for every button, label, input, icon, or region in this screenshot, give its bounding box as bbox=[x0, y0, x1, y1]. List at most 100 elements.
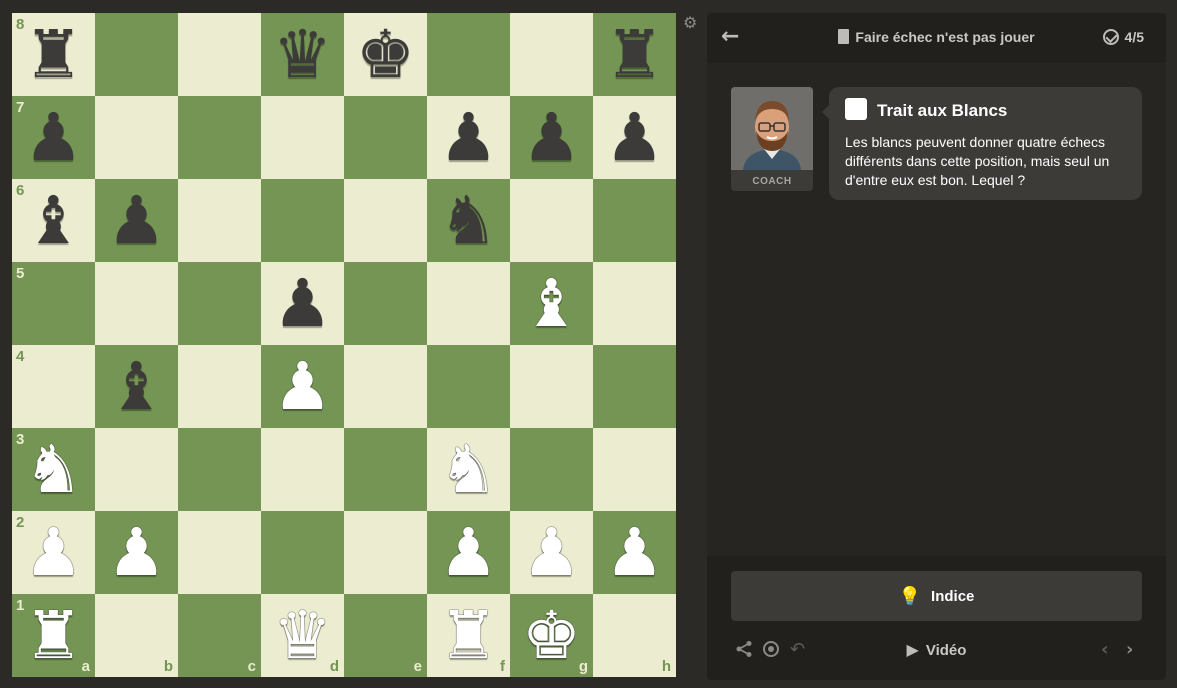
black-rook-icon[interactable]: ♜ bbox=[12, 13, 95, 96]
file-label: e bbox=[413, 658, 422, 675]
square-a5[interactable]: 5 bbox=[12, 262, 95, 345]
square-b3[interactable] bbox=[95, 428, 178, 511]
square-c7[interactable] bbox=[178, 96, 261, 179]
square-f3[interactable]: ♞ bbox=[427, 428, 510, 511]
black-king-icon[interactable]: ♚ bbox=[344, 13, 427, 96]
black-pawn-icon[interactable]: ♟ bbox=[12, 96, 95, 179]
square-h7[interactable]: ♟ bbox=[593, 96, 676, 179]
square-a3[interactable]: 3 ♞ bbox=[12, 428, 95, 511]
white-rook-icon[interactable]: ♜ bbox=[427, 594, 510, 677]
square-e5[interactable] bbox=[344, 262, 427, 345]
square-d3[interactable] bbox=[261, 428, 344, 511]
square-h5[interactable] bbox=[593, 262, 676, 345]
square-c5[interactable] bbox=[178, 262, 261, 345]
black-knight-icon[interactable]: ♞ bbox=[427, 179, 510, 262]
square-b1[interactable]: b bbox=[95, 594, 178, 677]
square-e4[interactable] bbox=[344, 345, 427, 428]
hint-button[interactable]: 💡 Indice bbox=[731, 571, 1142, 621]
square-h4[interactable] bbox=[593, 345, 676, 428]
square-d7[interactable] bbox=[261, 96, 344, 179]
square-a2[interactable]: 2 ♟ bbox=[12, 511, 95, 594]
square-c6[interactable] bbox=[178, 179, 261, 262]
square-c2[interactable] bbox=[178, 511, 261, 594]
white-bishop-icon[interactable]: ♝ bbox=[510, 262, 593, 345]
square-e1[interactable]: e bbox=[344, 594, 427, 677]
white-pawn-icon[interactable]: ♟ bbox=[510, 511, 593, 594]
square-h6[interactable] bbox=[593, 179, 676, 262]
white-knight-icon[interactable]: ♞ bbox=[12, 428, 95, 511]
white-queen-icon[interactable]: ♛ bbox=[261, 594, 344, 677]
video-button[interactable]: ▶ Vidéo bbox=[707, 640, 1166, 661]
square-f5[interactable] bbox=[427, 262, 510, 345]
square-e7[interactable] bbox=[344, 96, 427, 179]
black-bishop-icon[interactable]: ♝ bbox=[95, 345, 178, 428]
square-a4[interactable]: 4 bbox=[12, 345, 95, 428]
square-b8[interactable] bbox=[95, 13, 178, 96]
square-g4[interactable] bbox=[510, 345, 593, 428]
square-a6[interactable]: 6 ♝ bbox=[12, 179, 95, 262]
square-h2[interactable]: ♟ bbox=[593, 511, 676, 594]
square-f8[interactable] bbox=[427, 13, 510, 96]
square-h8[interactable]: ♜ bbox=[593, 13, 676, 96]
square-a7[interactable]: 7 ♟ bbox=[12, 96, 95, 179]
black-pawn-icon[interactable]: ♟ bbox=[261, 262, 344, 345]
square-e6[interactable] bbox=[344, 179, 427, 262]
black-pawn-icon[interactable]: ♟ bbox=[593, 96, 676, 179]
coach-message-bubble: Trait aux Blancs Les blancs peuvent donn… bbox=[822, 87, 1142, 200]
square-g8[interactable] bbox=[510, 13, 593, 96]
chevron-left-icon[interactable]: ‹ bbox=[1101, 640, 1108, 660]
square-h3[interactable] bbox=[593, 428, 676, 511]
square-d5[interactable]: ♟ bbox=[261, 262, 344, 345]
white-pawn-icon[interactable]: ♟ bbox=[427, 511, 510, 594]
square-f1[interactable]: f ♜ bbox=[427, 594, 510, 677]
black-queen-icon[interactable]: ♛ bbox=[261, 13, 344, 96]
square-h1[interactable]: h bbox=[593, 594, 676, 677]
gear-icon[interactable]: ⚙ bbox=[683, 15, 699, 31]
black-rook-icon[interactable]: ♜ bbox=[593, 13, 676, 96]
square-c1[interactable]: c bbox=[178, 594, 261, 677]
square-c3[interactable] bbox=[178, 428, 261, 511]
white-rook-icon[interactable]: ♜ bbox=[12, 594, 95, 677]
square-g5[interactable]: ♝ bbox=[510, 262, 593, 345]
square-c8[interactable] bbox=[178, 13, 261, 96]
square-f4[interactable] bbox=[427, 345, 510, 428]
square-d2[interactable] bbox=[261, 511, 344, 594]
square-a8[interactable]: 8 ♜ bbox=[12, 13, 95, 96]
square-d4[interactable]: ♟ bbox=[261, 345, 344, 428]
square-d6[interactable] bbox=[261, 179, 344, 262]
white-pawn-icon[interactable]: ♟ bbox=[261, 345, 344, 428]
square-c4[interactable] bbox=[178, 345, 261, 428]
black-pawn-icon[interactable]: ♟ bbox=[427, 96, 510, 179]
check-circle-icon bbox=[1102, 29, 1119, 45]
square-g7[interactable]: ♟ bbox=[510, 96, 593, 179]
square-b6[interactable]: ♟ bbox=[95, 179, 178, 262]
white-king-icon[interactable]: ♚ bbox=[510, 594, 593, 677]
square-b7[interactable] bbox=[95, 96, 178, 179]
square-f6[interactable]: ♞ bbox=[427, 179, 510, 262]
square-a1[interactable]: 1 a ♜ bbox=[12, 594, 95, 677]
white-pawn-icon[interactable]: ♟ bbox=[593, 511, 676, 594]
square-e8[interactable]: ♚ bbox=[344, 13, 427, 96]
square-g6[interactable] bbox=[510, 179, 593, 262]
square-g3[interactable] bbox=[510, 428, 593, 511]
black-pawn-icon[interactable]: ♟ bbox=[510, 96, 593, 179]
white-pawn-icon[interactable]: ♟ bbox=[95, 511, 178, 594]
chess-board[interactable]: 8 ♜ ♛ ♚ ♜ 7 ♟ ♟ ♟ ♟ 6 ♝ ♟ ♞ 5 ♟ ♝ 4 ♝ ♟ 3 ♞ ♞ 2 ♟ ♟ ♟ ♟ ♟ 1 a ♜ b c d ♛ e f ♜ g… bbox=[12, 13, 676, 677]
black-pawn-icon[interactable]: ♟ bbox=[95, 179, 178, 262]
chevron-right-icon[interactable]: › bbox=[1126, 640, 1133, 660]
square-f2[interactable]: ♟ bbox=[427, 511, 510, 594]
square-g1[interactable]: g ♚ bbox=[510, 594, 593, 677]
square-d1[interactable]: d ♛ bbox=[261, 594, 344, 677]
square-e2[interactable] bbox=[344, 511, 427, 594]
white-knight-icon[interactable]: ♞ bbox=[427, 428, 510, 511]
white-pawn-icon[interactable]: ♟ bbox=[12, 511, 95, 594]
square-b2[interactable]: ♟ bbox=[95, 511, 178, 594]
square-d8[interactable]: ♛ bbox=[261, 13, 344, 96]
square-b5[interactable] bbox=[95, 262, 178, 345]
turn-title: Trait aux Blancs bbox=[877, 101, 1008, 120]
square-e3[interactable] bbox=[344, 428, 427, 511]
square-f7[interactable]: ♟ bbox=[427, 96, 510, 179]
black-bishop-icon[interactable]: ♝ bbox=[12, 179, 95, 262]
square-g2[interactable]: ♟ bbox=[510, 511, 593, 594]
square-b4[interactable]: ♝ bbox=[95, 345, 178, 428]
